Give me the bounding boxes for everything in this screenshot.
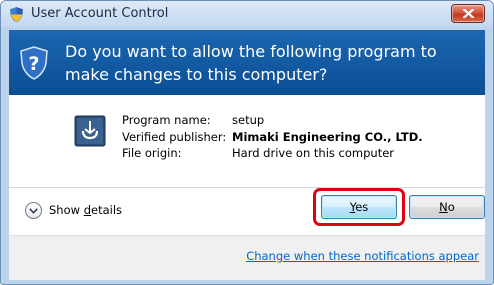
close-x-icon (463, 9, 474, 18)
window-title: User Account Control (31, 6, 169, 21)
program-info-labels: Program name: Verified publisher: File o… (122, 112, 226, 162)
program-name-value: setup (232, 113, 265, 127)
file-origin-value: Hard drive on this computer (232, 146, 395, 160)
yes-button[interactable]: Yes (321, 195, 397, 219)
svg-text:?: ? (28, 53, 39, 75)
program-info-values: setup Mimaki Engineering CO., LTD. Hard … (232, 112, 423, 162)
dialog-footer: Change when these notifications appear (9, 235, 485, 280)
show-details-label: Show details (49, 203, 123, 217)
uac-dialog: User Account Control ? Do you want to al… (0, 0, 494, 285)
publisher-value: Mimaki Engineering CO., LTD. (232, 129, 423, 144)
change-notifications-link[interactable]: Change when these notifications appear (246, 249, 479, 263)
divider (9, 187, 485, 188)
prompt-question: Do you want to allow the following progr… (65, 42, 437, 84)
no-button[interactable]: No (409, 195, 485, 219)
publisher-label: Verified publisher: (122, 129, 227, 144)
chevron-down-icon (29, 208, 38, 214)
dialog-content: Program name: Verified publisher: File o… (9, 95, 485, 235)
uac-shield-question-icon: ? (20, 46, 48, 80)
program-name-label: Program name: (122, 113, 211, 127)
close-button[interactable] (451, 4, 485, 23)
prompt-header: ? Do you want to allow the following pro… (9, 30, 485, 95)
setup-program-icon (74, 115, 106, 147)
file-origin-label: File origin: (122, 146, 182, 160)
uac-shield-icon (10, 7, 23, 22)
details-expand-button[interactable] (25, 202, 42, 219)
title-bar[interactable]: User Account Control (1, 1, 493, 27)
